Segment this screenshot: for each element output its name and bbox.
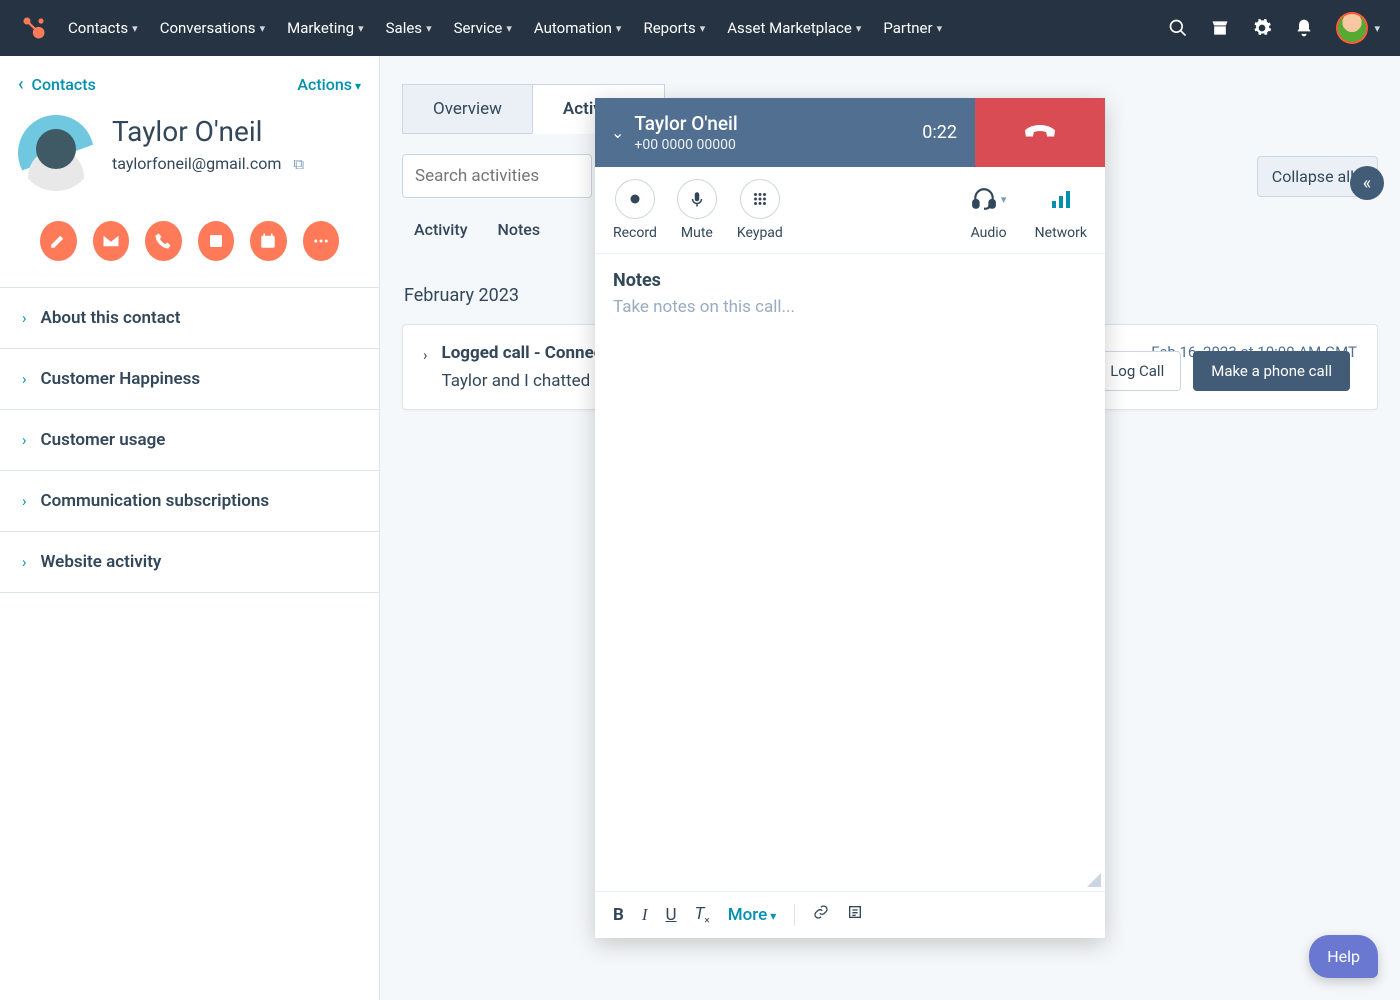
activity-body: Taylor and I chatted q <box>442 371 605 391</box>
section-customer-usage[interactable]: ›Customer usage <box>0 410 379 471</box>
network-button[interactable]: Network <box>1035 179 1087 241</box>
help-button[interactable]: Help <box>1309 935 1378 978</box>
more-button[interactable] <box>303 221 340 261</box>
back-to-contacts-link[interactable]: Contacts <box>18 74 96 95</box>
call-header: ⌄ Taylor O'neil +00 0000 00000 0:22 <box>595 98 1105 167</box>
section-about[interactable]: ›About this contact <box>0 288 379 349</box>
more-format-button[interactable]: More <box>728 905 777 925</box>
chevron-right-icon: › <box>22 431 27 449</box>
call-contact-name: Taylor O'neil <box>634 112 737 135</box>
contact-avatar[interactable] <box>18 115 94 191</box>
toolbar-divider <box>794 904 795 926</box>
call-notes-area[interactable]: Notes Take notes on this call... <box>595 254 1105 891</box>
filter-activity[interactable]: Activity <box>414 220 468 239</box>
record-button[interactable]: Record <box>613 179 657 241</box>
chevron-down-icon: ▾ <box>700 22 706 35</box>
link-button[interactable] <box>813 904 829 925</box>
activity-title: Logged call - Connec <box>442 343 605 363</box>
chevron-down-icon: ▾ <box>132 22 138 35</box>
nav-asset-marketplace[interactable]: Asset Marketplace▾ <box>727 19 861 37</box>
bold-button[interactable]: B <box>613 905 624 925</box>
call-contact-phone: +00 0000 00000 <box>634 137 737 153</box>
call-panel: ⌄ Taylor O'neil +00 0000 00000 0:22 Reco… <box>595 98 1105 938</box>
audio-button[interactable]: ▾ Audio <box>971 179 1007 241</box>
chevron-down-icon: ▾ <box>616 22 622 35</box>
nav-marketing[interactable]: Marketing▾ <box>287 19 364 37</box>
hubspot-logo-icon[interactable] <box>20 14 48 42</box>
log-button[interactable] <box>198 221 235 261</box>
actions-menu[interactable]: Actions <box>297 75 361 94</box>
email-button[interactable] <box>93 221 130 261</box>
log-call-button[interactable]: Log Call <box>1093 351 1181 391</box>
underline-button[interactable]: U <box>666 905 677 925</box>
chevron-down-icon: ▾ <box>506 22 512 35</box>
snippet-button[interactable] <box>847 904 863 925</box>
chevron-down-icon: ▾ <box>937 22 943 35</box>
hangup-button[interactable] <box>975 98 1105 167</box>
chevron-right-icon: › <box>22 370 27 388</box>
nav-contacts[interactable]: Contacts▾ <box>68 19 138 37</box>
section-comm-subscriptions[interactable]: ›Communication subscriptions <box>0 471 379 532</box>
tab-overview[interactable]: Overview <box>402 84 532 134</box>
contact-email[interactable]: taylorfoneil@gmail.com <box>112 154 281 173</box>
editor-toolbar: B I U T× More <box>595 891 1105 938</box>
chevron-down-icon: ▾ <box>1374 22 1380 35</box>
mute-button[interactable]: Mute <box>677 179 717 241</box>
contact-quick-actions <box>0 209 379 287</box>
chevron-down-icon: ▾ <box>260 22 266 35</box>
collapse-call-icon[interactable]: ⌄ <box>611 123 624 142</box>
chevron-down-icon: ▾ <box>426 22 432 35</box>
call-timer: 0:22 <box>922 122 957 143</box>
nav-conversations[interactable]: Conversations▾ <box>160 19 265 37</box>
contact-sidebar: Contacts Actions Taylor O'neil taylorfon… <box>0 56 380 1000</box>
notes-placeholder: Take notes on this call... <box>613 297 1087 317</box>
chevron-down-icon: ▾ <box>856 22 862 35</box>
nav-partner[interactable]: Partner▾ <box>883 19 942 37</box>
clear-format-button[interactable]: T× <box>695 904 710 926</box>
nav-items: Contacts▾ Conversations▾ Marketing▾ Sale… <box>68 19 1168 37</box>
nav-sales[interactable]: Sales▾ <box>386 19 432 37</box>
nav-right-icons: ▾ <box>1168 12 1380 44</box>
top-nav: Contacts▾ Conversations▾ Marketing▾ Sale… <box>0 0 1400 56</box>
copy-icon[interactable]: ⧉ <box>293 155 304 173</box>
user-menu[interactable]: ▾ <box>1336 12 1380 44</box>
chevron-right-icon[interactable]: › <box>423 343 428 391</box>
call-button[interactable] <box>145 221 182 261</box>
nav-reports[interactable]: Reports▾ <box>643 19 705 37</box>
section-customer-happiness[interactable]: ›Customer Happiness <box>0 349 379 410</box>
nav-service[interactable]: Service▾ <box>454 19 512 37</box>
search-icon[interactable] <box>1168 18 1188 38</box>
chevron-right-icon: › <box>22 492 27 510</box>
marketplace-icon[interactable] <box>1210 18 1230 38</box>
note-button[interactable] <box>40 221 77 261</box>
italic-button[interactable]: I <box>642 905 648 925</box>
avatar <box>1336 12 1368 44</box>
search-activities[interactable] <box>402 154 592 198</box>
filter-notes[interactable]: Notes <box>498 220 541 239</box>
notifications-icon[interactable] <box>1294 18 1314 38</box>
resize-handle-icon[interactable] <box>1087 873 1101 887</box>
make-phone-call-button[interactable]: Make a phone call <box>1193 351 1350 391</box>
keypad-button[interactable]: Keypad <box>737 179 783 241</box>
task-button[interactable] <box>250 221 287 261</box>
chevron-right-icon: › <box>22 309 27 327</box>
chevron-down-icon: ▾ <box>358 22 364 35</box>
settings-icon[interactable] <box>1252 18 1272 38</box>
right-panel-toggle[interactable]: « <box>1350 166 1384 200</box>
call-controls: Record Mute Keypad ▾ Audio Network <box>595 167 1105 254</box>
notes-title: Notes <box>613 270 1087 291</box>
chevron-right-icon: › <box>22 553 27 571</box>
nav-automation[interactable]: Automation▾ <box>534 19 622 37</box>
contact-name: Taylor O'neil <box>112 115 304 148</box>
section-website-activity[interactable]: ›Website activity <box>0 532 379 593</box>
